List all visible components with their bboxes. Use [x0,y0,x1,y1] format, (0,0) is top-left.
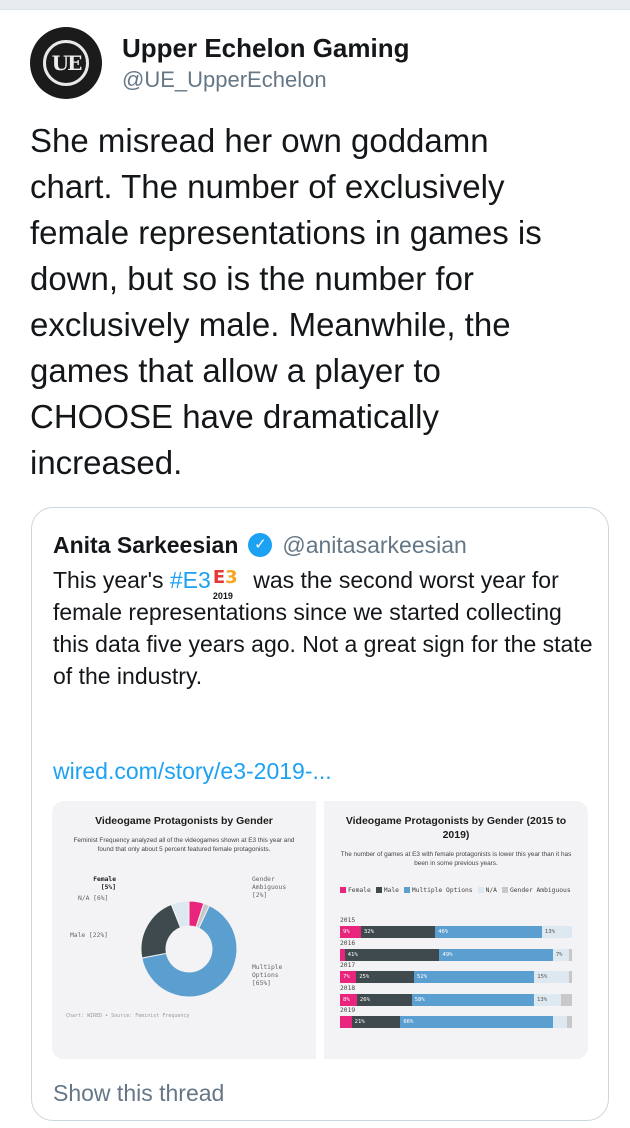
quoted-header: Anita Sarkeesian ✓ @anitasarkeesian [53,530,467,560]
label-multiple: Multiple Options [65%] [252,964,282,988]
quoted-text: This year's #E3 E3 2019 was the second wor… [53,564,593,692]
legend-swatch-female [340,887,346,893]
avatar-logo: UE [43,40,89,86]
label-multiple-name: Multiple Options [252,964,283,979]
bar-row-2018: 8% 26% 58% 13% [340,993,572,1006]
bar-segment-multiple: 49% [439,948,553,961]
donut-chart-subtitle: Feminist Frequency analyzed all of the v… [73,837,295,853]
legend-label-female: Female [348,887,371,894]
donut-chart-title: Videogame Protagonists by Gender [95,815,273,827]
media-grid: Videogame Protagonists by Gender Feminis… [52,801,588,1059]
quoted-author-name: Anita Sarkeesian [53,532,239,558]
avatar[interactable]: UE [30,27,102,99]
bar-year-label: 2019 [340,1007,356,1014]
bar-segment-na: 7% [552,948,570,961]
label-ambiguous-value: [2%] [252,892,268,899]
bar-chart-title: Videogame Protagonists by Gender (2015 t… [345,815,567,841]
author-name[interactable]: Upper Echelon Gaming [122,31,410,65]
top-divider [0,0,630,10]
bar-row-2019: 21% 66% [340,1016,572,1028]
tweet-header: UE Upper Echelon Gaming @UE_UpperEchelon [30,26,410,100]
donut-chart-image[interactable]: Videogame Protagonists by Gender Feminis… [52,801,316,1059]
bar-segment-male: 21% [351,1016,401,1028]
legend-item-multiple: Multiple Options [403,887,473,894]
bar-segment-multiple: 58% [411,993,534,1006]
label-male: Male [22%] [70,932,108,939]
bar-year-label: 2017 [340,962,356,969]
label-female: Female [5%] [88,876,116,892]
bar-segment-multiple: 52% [414,971,535,983]
legend-swatch-na [477,887,484,893]
bar-segment-male: 41% [344,948,440,961]
bar-segment-multiple: 66% [400,1016,554,1028]
verified-badge-icon: ✓ [248,533,273,557]
tweet-text: She misread her own goddamn chart. The n… [30,122,542,481]
bar-segment-na [553,1016,568,1028]
legend-swatch-multiple [403,887,410,893]
bar-segment-multiple: 46% [435,926,542,938]
hashtag-link[interactable]: #E3 [170,567,211,593]
legend-label-na: N/A [485,887,497,894]
bar-segment-male: 25% [356,971,415,983]
author-handle[interactable]: @UE_UpperEchelon [122,65,410,95]
bar-segment-female: 9% [340,926,361,938]
bar-segment-male: 32% [360,926,436,938]
article-link[interactable]: wired.com/story/e3-2019-... [53,756,332,786]
bar-year-label: 2018 [340,984,356,992]
legend-item-male: Male [375,887,399,894]
legend-label-multiple: Multiple Options [411,887,473,894]
user-block: Upper Echelon Gaming @UE_UpperEchelon [122,31,410,95]
bar-chart-legend: Female Male Multiple Options N/A Gender Ambi… [340,885,580,896]
bar-chart-image[interactable]: Videogame Protagonists by Gender (2015 t… [324,801,588,1059]
bar-segment-female: 8% [340,993,357,1006]
bar-segment-ambiguous [561,993,572,1006]
bar-segment-female [340,1016,352,1028]
bar-segment-female: 7% [340,971,357,983]
show-thread-link[interactable]: Show this thread [53,1078,224,1108]
bar-year-label: 2015 [340,917,356,924]
bar-segment-ambiguous [569,948,573,961]
quoted-author-handle: @anitasarkeesian [282,532,467,558]
bar-year-label: 2016 [340,939,356,947]
label-multiple-value: [65%] [252,980,271,987]
bar-row-2017: 7% 25% 52% 15% [340,971,572,983]
e3-badge-year: 2019 [212,591,233,601]
bar-segment-ambiguous [567,1016,572,1028]
bar-row-2015: 9% 32% 46% 13% [340,926,572,938]
legend-label-ambiguous: Gender Ambiguous [509,887,571,894]
bar-segment-male: 26% [356,993,412,1006]
bar-segment-na: 13% [534,993,562,1006]
legend-item-ambiguous: Gender Ambiguous [501,887,571,894]
legend-item-na: N/A [477,887,497,894]
chart-credit: Chart: WIRED • Source: Feminist Frequenc… [66,1013,190,1019]
quoted-text-start: This year's [53,567,170,593]
bar-row-2016: 41% 49% 7% [340,948,573,961]
legend-swatch-ambiguous [501,887,508,893]
label-female-name: Female [93,876,116,883]
label-ambiguous: Gender Ambiguous [2%] [252,876,286,900]
legend-label-male: Male [383,887,399,894]
label-na: N/A [6%] [78,895,109,902]
legend-item-female: Female [340,887,371,894]
bar-segment-ambiguous [568,971,572,983]
e3-hashflag-icon: E3 2019 [213,564,241,601]
legend-swatch-male [375,887,382,893]
bar-segment-na: 13% [541,926,572,938]
quoted-tweet[interactable]: Anita Sarkeesian ✓ @anitasarkeesian This… [31,507,609,1121]
label-ambiguous-name: Gender Ambiguous [252,876,287,891]
bar-segment-na: 15% [534,971,569,983]
label-female-value: [5%] [100,884,116,891]
bar-chart-subtitle: The number of games at E3 with female pr… [340,851,572,867]
